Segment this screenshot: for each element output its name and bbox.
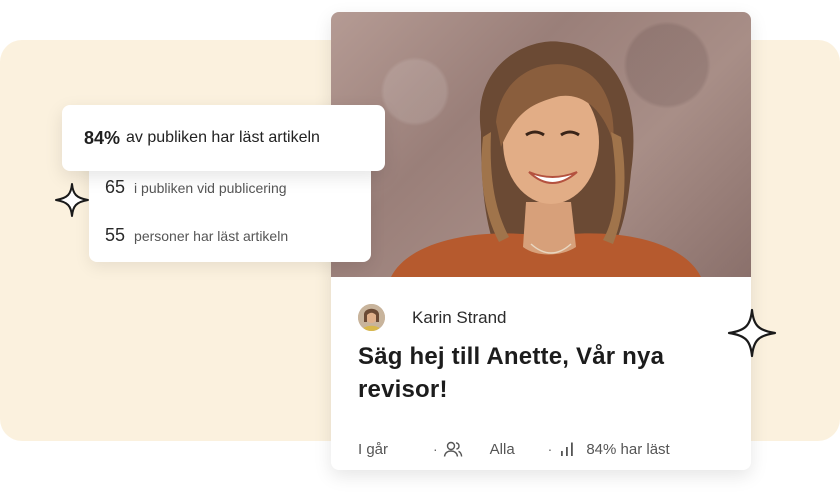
audience-label: Alla xyxy=(489,440,515,458)
people-icon xyxy=(442,439,464,459)
meta-separator: · xyxy=(547,441,553,457)
bar-chart-icon xyxy=(556,439,578,459)
stat-label: personer har läst artikeln xyxy=(134,228,289,244)
stat-row-audience: 65 i publiken vid publicering xyxy=(105,177,287,198)
article-body: Karin Strand Säg hej till Anette, Vår ny… xyxy=(331,277,751,470)
article-card[interactable]: Karin Strand Säg hej till Anette, Vår ny… xyxy=(331,12,751,470)
meta-separator: · xyxy=(433,441,438,457)
sparkle-icon xyxy=(55,183,89,217)
stat-value: 55 xyxy=(105,225,126,245)
headline-value: 84% xyxy=(84,127,121,148)
publish-date: I går xyxy=(358,440,389,458)
headline-label: av publiken har läst artikeln xyxy=(126,129,320,146)
stat-value: 65 xyxy=(105,177,126,197)
article-meta: I går · Alla · 84% har läst xyxy=(358,437,728,461)
read-stat: 84% har läst xyxy=(586,440,670,458)
stat-label: i publiken vid publicering xyxy=(134,180,287,196)
stat-row-readers: 55 personer har läst artikeln xyxy=(105,225,288,246)
article-title[interactable]: Säg hej till Anette, Vår nya revisor! xyxy=(358,340,718,406)
article-photo xyxy=(331,12,751,277)
author-row[interactable]: Karin Strand xyxy=(358,304,507,331)
stats-headline-card: 84% av publiken har läst artikeln xyxy=(62,105,385,171)
author-avatar[interactable] xyxy=(358,304,385,331)
sparkle-icon xyxy=(727,308,777,358)
author-name[interactable]: Karin Strand xyxy=(412,308,507,328)
